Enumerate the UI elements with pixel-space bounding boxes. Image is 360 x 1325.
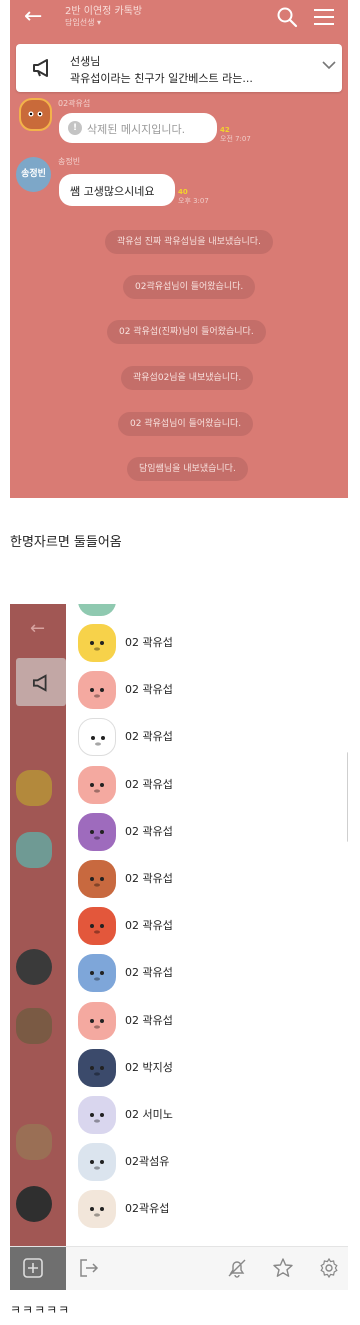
list-item[interactable]: 02 곽유섭	[66, 714, 348, 761]
chat-title: 2반 이연정 카톡방	[65, 6, 143, 17]
list-item[interactable]	[66, 604, 348, 621]
dimmed-chat-background: ←	[10, 604, 66, 1246]
system-message: 곽유섭02님을 내보냈습니다.	[121, 366, 254, 390]
member-name: 02 곽유섭	[125, 730, 173, 744]
list-item[interactable]: 02 곽유섭	[66, 998, 348, 1045]
megaphone-icon	[33, 59, 48, 77]
avatar	[16, 1008, 52, 1044]
list-item[interactable]: 02 서미노	[66, 1092, 348, 1139]
member-name: 02곽유섭	[125, 1202, 170, 1216]
list-item[interactable]: 02곽유섭	[66, 1186, 348, 1233]
notice-text: 곽유섭이라는 친구가 일간베스트 라는...	[70, 72, 253, 85]
member-name: 02 곽유섭	[125, 777, 173, 791]
list-item[interactable]: 02 곽유섭	[66, 667, 348, 714]
list-item[interactable]: 02 곽유섭	[66, 762, 348, 809]
sender-name: 02곽유섭	[58, 99, 91, 108]
unread-count: 42	[220, 126, 230, 134]
apeach-icon	[78, 765, 116, 804]
menu-icon[interactable]	[314, 9, 334, 25]
message-time: 오후 3:07	[178, 197, 209, 205]
list-item[interactable]: 02 곽유섭	[66, 620, 348, 667]
avatar	[16, 1186, 52, 1222]
message-text: 삭제된 메시지입니다.	[87, 123, 186, 136]
muzi-icon	[78, 812, 116, 851]
avatar[interactable]: 송정빈	[16, 157, 51, 192]
chat-header: ← 2반 이연정 카톡방 담임선생 ▾	[10, 0, 348, 40]
bell-off-icon[interactable]	[226, 1257, 248, 1279]
neo-icon	[78, 624, 116, 662]
avatar	[78, 604, 116, 616]
avatar	[16, 1124, 52, 1160]
system-message: 02곽유섭님이 들어왔습니다.	[123, 275, 256, 299]
avatar[interactable]	[19, 98, 52, 131]
notice-banner	[16, 658, 66, 706]
star-icon[interactable]	[272, 1257, 294, 1279]
member-name: 02 곽유섭	[125, 636, 173, 649]
list-item[interactable]: 02 곽유섭	[66, 950, 348, 997]
search-icon[interactable]	[276, 6, 298, 28]
exit-icon[interactable]	[78, 1257, 100, 1279]
message-meta: 42 오전 7:07	[220, 126, 251, 144]
megaphone-icon	[33, 674, 47, 692]
message-bubble[interactable]: 쌤 고생많으시네요	[59, 174, 175, 206]
member-name: 02곽섬유	[125, 1155, 170, 1169]
ryan-icon	[78, 1096, 116, 1134]
member-name: 02 곽유섭	[125, 966, 173, 980]
back-arrow-icon[interactable]: ←	[24, 4, 42, 29]
message-time: 오전 7:07	[220, 135, 251, 143]
list-item[interactable]: 02 곽유섭	[66, 856, 348, 903]
sketch-people-icon	[78, 718, 116, 757]
member-list-screenshot: ← 02 곽유섭 02 곽유섭 02 곽유섭 02 곽유섭 02 곽유섭 02 곽유섭 02…	[10, 604, 348, 1290]
member-name: 02 곽유섭	[125, 1013, 173, 1027]
scrollbar[interactable]	[347, 752, 348, 842]
system-message: 곽유섭 진짜 곽유섭님을 내보냈습니다.	[105, 230, 273, 254]
gear-icon[interactable]	[318, 1257, 340, 1279]
frodo-icon	[78, 860, 116, 898]
notice-banner[interactable]: 선생님 곽유섭이라는 친구가 일간베스트 라는...	[16, 44, 342, 92]
back-arrow-icon: ←	[30, 618, 46, 639]
apeach-icon	[78, 1001, 116, 1040]
member-name: 02 곽유섭	[125, 683, 173, 697]
unread-count: 40	[178, 188, 188, 196]
notice-title: 선생님	[70, 55, 101, 68]
member-name: 02 곽유섭	[125, 872, 173, 885]
cat-icon	[78, 1190, 116, 1229]
caption-text: 한명자르면 둘들어옴	[10, 535, 122, 550]
message-meta: 40 오후 3:07	[178, 188, 209, 206]
deleted-message-bubble[interactable]: ! 삭제된 메시지입니다.	[59, 113, 217, 143]
avatar	[16, 949, 52, 985]
member-name: 02 곽유섭	[125, 919, 173, 933]
apeach-icon	[78, 671, 116, 710]
fire-ryan-icon	[78, 907, 116, 946]
list-item[interactable]: 02 박지성	[66, 1045, 348, 1092]
system-message: 02 곽유섭님이 들어왔습니다.	[118, 412, 254, 436]
member-name: 02 곽유섭	[125, 824, 173, 838]
member-list-panel: 02 곽유섭 02 곽유섭 02 곽유섭 02 곽유섭 02 곽유섭 02 곽유섭 02 곽…	[66, 604, 348, 1246]
chat-subtitle[interactable]: 담임선생 ▾	[65, 17, 101, 28]
chevron-down-icon[interactable]	[322, 60, 336, 70]
system-message: 담임쌤님을 내보냈습니다.	[127, 457, 248, 481]
list-item[interactable]: 02 곽유섭	[66, 809, 348, 856]
chat-screenshot: ← 2반 이연정 카톡방 담임선생 ▾ 선생님 곽유섭이라는 친구가 일간베스트…	[10, 0, 348, 498]
tube-icon	[78, 1048, 116, 1087]
con-icon	[78, 954, 116, 993]
avatar	[16, 770, 52, 806]
black-hair-icon	[78, 1143, 116, 1182]
sender-name: 송정빈	[58, 157, 81, 166]
member-name: 02 박지성	[125, 1060, 173, 1074]
bottom-toolbar	[10, 1246, 348, 1290]
info-icon: !	[68, 121, 82, 135]
frodo-icon	[28, 111, 43, 117]
avatar	[16, 832, 52, 868]
caption-text: ㅋㅋㅋㅋㅋ	[10, 1303, 71, 1317]
system-message: 02 곽유섭(진짜)님이 들어왔습니다.	[107, 320, 266, 344]
list-item[interactable]: 02 곽유섭	[66, 903, 348, 950]
plus-icon[interactable]	[22, 1257, 44, 1279]
message-text: 쌤 고생많으시네요	[70, 185, 155, 198]
member-name: 02 서미노	[125, 1108, 173, 1121]
list-item[interactable]: 02곽섬유	[66, 1139, 348, 1186]
